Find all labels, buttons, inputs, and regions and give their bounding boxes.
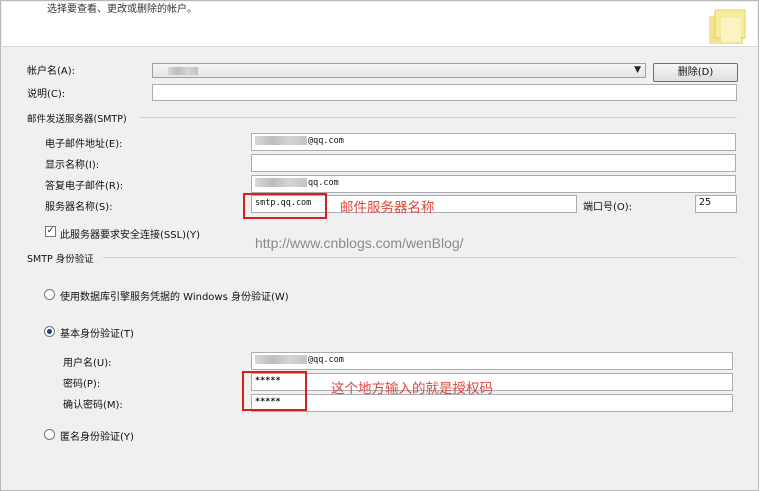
smtp-section-title: 邮件发送服务器(SMTP)	[27, 114, 127, 125]
redacted-username	[255, 355, 307, 364]
basic-auth-label: 基本身份验证(T)	[60, 329, 134, 340]
server-name-label: 服务器名称(S):	[45, 202, 113, 213]
windows-auth-radio[interactable]	[44, 289, 55, 300]
port-label: 端口号(O):	[583, 202, 633, 213]
port-value: 25	[699, 197, 712, 208]
ssl-checkbox[interactable]: ✓	[45, 226, 56, 237]
account-name-dropdown[interactable]: ▼	[152, 63, 646, 78]
password-note: 这个地方输入的就是授权码	[331, 381, 493, 397]
delete-button[interactable]: 删除(D)	[653, 63, 738, 82]
username-field[interactable]: @qq.com	[251, 352, 733, 370]
redacted-reply-email	[255, 178, 307, 187]
windows-auth-label: 使用数据库引擎服务凭据的 Windows 身份验证(W)	[60, 292, 289, 303]
reply-email-field[interactable]: qq.com	[251, 175, 736, 193]
account-name-label: 帐户名(A):	[27, 66, 76, 77]
header-bar: 选择要查看、更改或删除的帐户。	[2, 2, 757, 47]
anonymous-auth-label: 匿名身份验证(Y)	[60, 432, 134, 443]
port-field[interactable]: 25	[695, 195, 737, 213]
reply-email-label: 答复电子邮件(R):	[45, 181, 124, 192]
auth-section-title: SMTP 身份验证	[27, 254, 94, 265]
display-name-field[interactable]	[251, 154, 736, 172]
username-label: 用户名(U):	[63, 358, 112, 369]
server-highlight-box	[243, 193, 327, 219]
smtp-section-divider	[139, 117, 737, 118]
email-address-label: 电子邮件地址(E):	[45, 139, 123, 150]
basic-auth-radio[interactable]	[44, 326, 55, 337]
account-folder-icon	[709, 9, 746, 44]
ssl-label: 此服务器要求安全连接(SSL)(Y)	[60, 230, 200, 241]
server-note: 邮件服务器名称	[340, 200, 435, 216]
dropdown-arrow-icon[interactable]: ▼	[634, 65, 641, 75]
description-field[interactable]	[152, 84, 737, 101]
username-value: @qq.com	[308, 355, 344, 365]
description-label: 说明(C):	[27, 89, 66, 100]
redacted-account-name	[168, 67, 198, 75]
confirm-password-label: 确认密码(M):	[63, 400, 123, 411]
header-description: 选择要查看、更改或删除的帐户。	[47, 4, 197, 15]
watermark: http://www.cnblogs.com/wenBlog/	[255, 235, 464, 251]
redacted-email	[255, 136, 307, 145]
password-label: 密码(P):	[63, 379, 101, 390]
email-address-field[interactable]: @qq.com	[251, 133, 736, 151]
auth-section-divider	[103, 257, 737, 258]
display-name-label: 显示名称(I):	[45, 160, 100, 171]
password-highlight-box	[242, 371, 307, 411]
anonymous-auth-radio[interactable]	[44, 429, 55, 440]
email-address-value: @qq.com	[308, 136, 344, 146]
reply-email-value: qq.com	[308, 178, 339, 188]
